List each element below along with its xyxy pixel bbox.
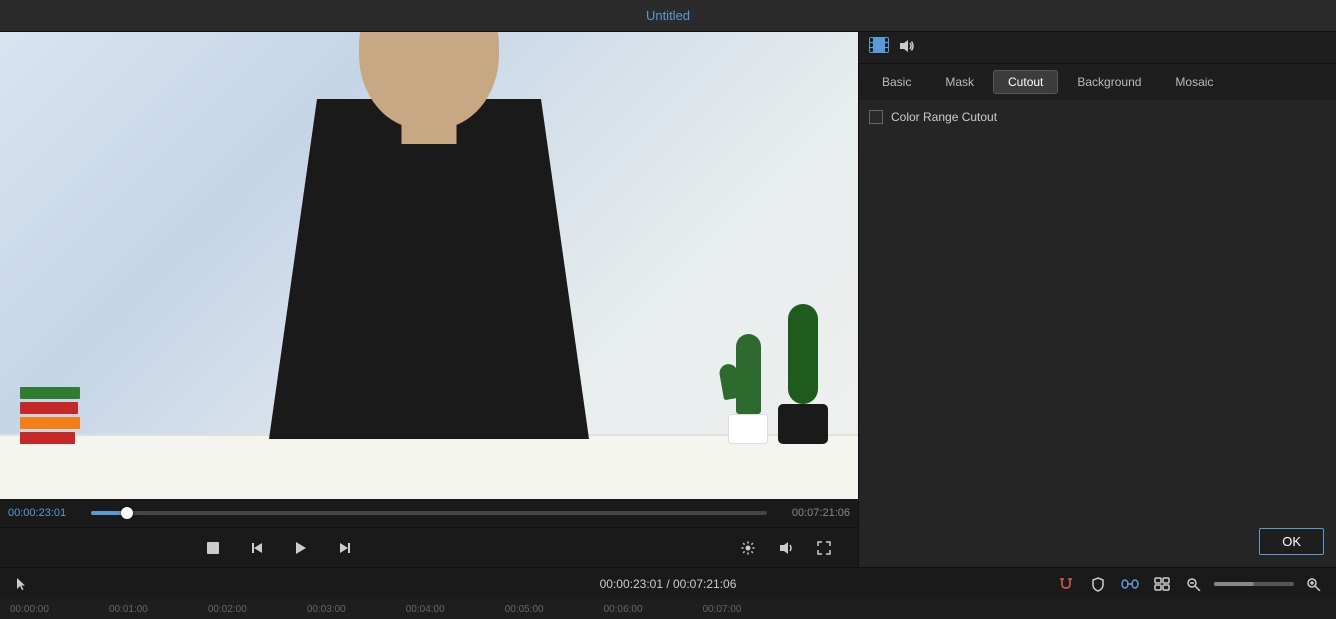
video-frame: [0, 32, 858, 499]
magnet-icon-button[interactable]: [1054, 572, 1078, 596]
progress-track[interactable]: [91, 511, 767, 515]
stop-button[interactable]: [199, 534, 227, 562]
color-range-cutout-checkbox[interactable]: [869, 110, 883, 124]
title-bar: Untitled: [0, 0, 1336, 32]
window-title: Untitled: [646, 8, 690, 23]
tick-4: 00:04:00: [406, 604, 445, 615]
ok-button[interactable]: OK: [1259, 528, 1324, 555]
person-neck: [402, 114, 457, 144]
cactus-pot-body-1: [728, 414, 768, 444]
step-forward-button[interactable]: [331, 534, 359, 562]
controls-bar: [0, 527, 858, 567]
tick-2: 00:02:00: [208, 604, 247, 615]
right-controls: [734, 534, 838, 562]
ok-button-row: OK: [859, 520, 1336, 567]
volume-button[interactable]: [772, 534, 800, 562]
step-back-button[interactable]: [243, 534, 271, 562]
book-4: [20, 432, 75, 444]
expand-icon-button[interactable]: [1150, 572, 1174, 596]
video-panel: 00:00:23:01 00:07:21:06: [0, 32, 858, 567]
cursor-tool-button[interactable]: [10, 572, 34, 596]
controls-inner: [0, 534, 858, 562]
timeline-ticks: 00:00:00 00:01:00 00:02:00 00:03:00 00:0…: [10, 604, 742, 615]
tab-cutout[interactable]: Cutout: [993, 70, 1058, 94]
tick-6: 00:06:00: [604, 604, 643, 615]
time-current: 00:00:23:01: [8, 507, 83, 519]
color-range-cutout-label: Color Range Cutout: [891, 110, 997, 124]
fullscreen-button[interactable]: [810, 534, 838, 562]
zoom-in-button[interactable]: [1302, 572, 1326, 596]
color-range-cutout-row: Color Range Cutout: [869, 110, 1326, 124]
cactus-pot-1: [728, 334, 768, 444]
status-left: [0, 572, 34, 596]
cactus-pot-body-2: [778, 404, 828, 444]
right-panel: Basic Mask Cutout Background Mosaic Colo…: [858, 32, 1336, 567]
settings-button[interactable]: [734, 534, 762, 562]
status-center-time: 00:00:23:01 / 00:07:21:06: [600, 577, 737, 591]
cactus-plant-2: [788, 304, 818, 404]
tick-7: 00:07:00: [703, 604, 742, 615]
status-right: [1054, 572, 1336, 596]
controls-center: [199, 534, 359, 562]
right-panel-body: Color Range Cutout OK: [859, 100, 1336, 567]
plants-area: [728, 304, 828, 444]
book-3: [20, 417, 80, 429]
tab-basic[interactable]: Basic: [867, 70, 926, 94]
sound-icon: [899, 39, 915, 56]
tick-3: 00:03:00: [307, 604, 346, 615]
tab-mosaic[interactable]: Mosaic: [1160, 70, 1228, 94]
time-total: 00:07:21:06: [775, 507, 850, 519]
play-button[interactable]: [287, 534, 315, 562]
person-body: [269, 99, 589, 439]
video-container: [0, 32, 858, 499]
shield-icon-button[interactable]: [1086, 572, 1110, 596]
zoom-slider[interactable]: [1214, 582, 1294, 586]
tick-0: 00:00:00: [10, 604, 49, 615]
zoom-out-button[interactable]: [1182, 572, 1206, 596]
link-icon-button[interactable]: [1118, 572, 1142, 596]
cactus-plant-1: [736, 334, 761, 414]
progress-thumb[interactable]: [121, 507, 133, 519]
status-bar: 00:00:23:01 / 00:07:21:06: [0, 567, 1336, 599]
tick-5: 00:05:00: [505, 604, 544, 615]
tab-background[interactable]: Background: [1062, 70, 1156, 94]
progress-area: 00:00:23:01 00:07:21:06: [0, 499, 858, 527]
main-area: 00:00:23:01 00:07:21:06: [0, 32, 1336, 567]
tabs-row: Basic Mask Cutout Background Mosaic: [859, 64, 1336, 100]
zoom-fill: [1214, 582, 1254, 586]
book-2: [20, 402, 78, 414]
cactus-pot-2: [778, 304, 828, 444]
tab-mask[interactable]: Mask: [930, 70, 989, 94]
timeline-area: 00:00:00 00:01:00 00:02:00 00:03:00 00:0…: [0, 599, 1336, 619]
tick-1: 00:01:00: [109, 604, 148, 615]
book-1: [20, 387, 80, 399]
film-icon: [869, 37, 889, 58]
panel-content-area: Color Range Cutout: [859, 100, 1336, 520]
panel-header: [859, 32, 1336, 64]
books-stack: [20, 387, 80, 444]
